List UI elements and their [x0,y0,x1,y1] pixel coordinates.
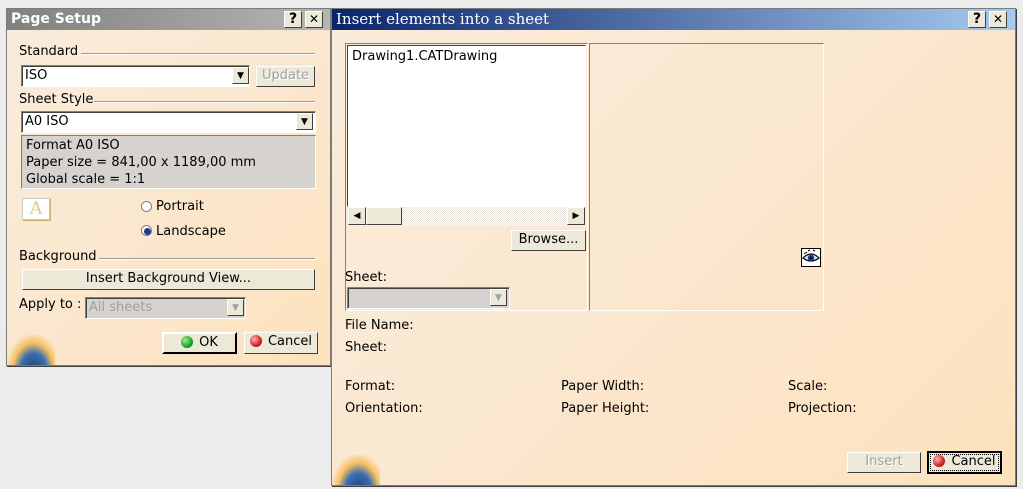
help-icon[interactable]: ? [968,11,986,28]
dropdown-arrow-icon[interactable]: ▼ [227,299,244,316]
apply-to-value: All sheets [89,300,153,315]
close-icon[interactable]: ✕ [989,11,1007,28]
orientation-label: Orientation: [345,401,423,416]
sheet-info-box: Format A0 ISO Paper size = 841,00 x 1189… [21,135,316,189]
insert-elements-dialog: Insert elements into a sheet ? ✕ Drawing… [331,8,1016,486]
horizontal-scrollbar[interactable]: ◀ ▶ [348,207,585,226]
landscape-label[interactable]: Landscape [156,224,226,239]
cancel-button[interactable]: Cancel [244,332,318,354]
dropdown-arrow-icon[interactable]: ▼ [232,67,249,84]
ok-led-icon [181,336,194,348]
page-setup-title: Page Setup [11,11,101,27]
update-button[interactable]: Update [256,66,315,87]
file-list[interactable]: Drawing1.CATDrawing [347,45,586,207]
standard-combo[interactable]: ISO [21,65,250,87]
help-icon[interactable]: ? [284,11,302,28]
standard-divider [81,53,315,55]
apply-to-combo[interactable]: All sheets [85,297,246,319]
page-setup-dialog: Page Setup ? ✕ Standard ISO ▼ Update She… [6,8,331,366]
sheet-style-combo[interactable]: A0 ISO [21,111,316,133]
standard-value: ISO [25,68,48,83]
sheet-style-divider [94,101,315,103]
paper-width-label: Paper Width: [561,379,645,394]
apply-to-label: Apply to : [19,297,82,312]
page-setup-titlebar[interactable]: Page Setup [7,9,330,30]
insert-background-view-button[interactable]: Insert Background View... [22,269,315,290]
cancel-label: Cancel [951,454,996,469]
landscape-radio[interactable] [141,225,152,236]
projection-label: Projection: [788,401,857,416]
insert-button[interactable]: Insert [847,452,921,473]
cancel-led-icon [933,455,946,467]
format-label: Format: [345,379,396,394]
browse-button[interactable]: Browse... [511,230,586,251]
dropdown-arrow-icon[interactable]: ▼ [490,289,507,306]
globe-logo-icon [332,455,380,485]
sheet-style-value: A0 ISO [25,114,69,129]
list-item[interactable]: Drawing1.CATDrawing [348,46,585,64]
sheet-label: Sheet: [345,270,387,285]
insert-dialog-title: Insert elements into a sheet [336,10,550,28]
sheet-info-label: Sheet: [345,340,387,355]
close-icon[interactable]: ✕ [305,11,323,28]
preview-panel [589,43,824,311]
cancel-label: Cancel [267,334,313,349]
globe-logo-icon [7,335,55,365]
scroll-right-icon[interactable]: ▶ [567,207,585,225]
format-info: Format A0 ISO [26,138,120,153]
standard-label: Standard [19,44,79,59]
cancel-button[interactable]: Cancel [927,451,1002,474]
paper-height-label: Paper Height: [561,401,650,416]
scroll-left-icon[interactable]: ◀ [348,207,366,225]
insert-dialog-titlebar[interactable]: Insert elements into a sheet [332,9,1015,30]
file-name-label: File Name: [345,318,414,333]
dropdown-arrow-icon[interactable]: ▼ [296,113,313,130]
scale-label: Scale: [788,379,828,394]
paper-size-info: Paper size = 841,00 x 1189,00 mm [26,155,256,170]
scrollbar-thumb[interactable] [366,207,402,225]
global-scale-info: Global scale = 1:1 [26,172,146,187]
cancel-led-icon [249,335,262,347]
background-divider [99,258,315,260]
sheet-style-label: Sheet Style [19,92,94,107]
eye-preview-icon[interactable] [801,248,821,267]
paper-icon: A [22,198,50,220]
ok-button[interactable]: OK [162,332,237,354]
background-label: Background [19,249,97,264]
portrait-label[interactable]: Portrait [156,199,204,214]
ok-label: OK [199,335,218,350]
sheet-combo[interactable] [347,287,510,309]
portrait-radio[interactable] [141,201,152,212]
